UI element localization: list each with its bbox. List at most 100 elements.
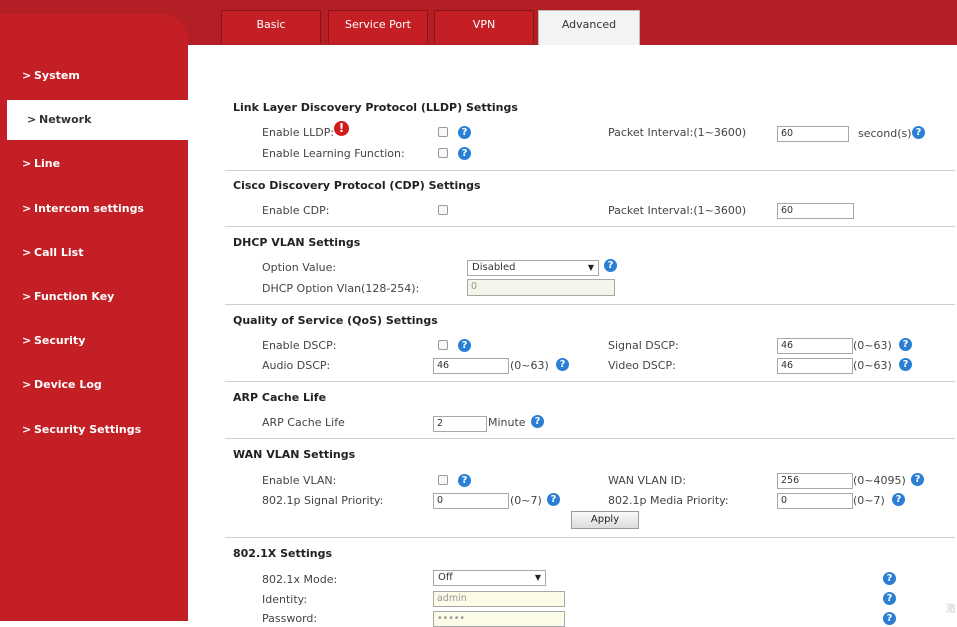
dot1x-section-title: 802.1X Settings bbox=[233, 547, 333, 560]
sidebar-item-intercom-settings[interactable]: > Intercom settings bbox=[0, 189, 188, 229]
cdp-interval-label: Packet Interval:(1~3600) bbox=[608, 204, 747, 217]
enable-dscp-label: Enable DSCP: bbox=[262, 339, 337, 352]
sidebar-item-label: Line bbox=[34, 157, 61, 170]
sidebar-item-label: Security bbox=[34, 334, 86, 347]
option-value-select[interactable]: Disabled ▼ bbox=[467, 260, 599, 276]
video-dscp-range: (0~63) bbox=[853, 359, 892, 372]
dropdown-arrow-icon: ▼ bbox=[587, 263, 594, 272]
help-icon[interactable]: ? bbox=[458, 474, 471, 487]
lldp-interval-input[interactable]: 60 bbox=[777, 126, 849, 142]
dhcp-vlan-section-title: DHCP VLAN Settings bbox=[233, 236, 361, 249]
media-priority-range: (0~7) bbox=[853, 494, 885, 507]
chevron-right-icon: > bbox=[22, 378, 32, 391]
arp-cache-life-input[interactable]: 2 bbox=[433, 416, 487, 432]
cdp-interval-input[interactable]: 60 bbox=[777, 203, 854, 219]
divider bbox=[225, 304, 955, 305]
sidebar-item-label: Call List bbox=[34, 246, 84, 259]
help-icon[interactable]: ? bbox=[458, 126, 471, 139]
signal-priority-label: 802.1p Signal Priority: bbox=[262, 494, 384, 507]
divider bbox=[225, 170, 955, 171]
enable-cdp-label: Enable CDP: bbox=[262, 204, 330, 217]
wan-vlan-section-title: WAN VLAN Settings bbox=[233, 448, 356, 461]
help-icon[interactable]: ? bbox=[911, 473, 924, 486]
sidebar-item-device-log[interactable]: > Device Log bbox=[0, 365, 188, 405]
sidebar-item-system[interactable]: > System bbox=[0, 56, 188, 96]
enable-dscp-checkbox[interactable] bbox=[438, 340, 448, 350]
help-icon[interactable]: ? bbox=[556, 358, 569, 371]
warning-icon: ! bbox=[334, 121, 349, 136]
chevron-right-icon: > bbox=[22, 202, 32, 215]
divider bbox=[225, 438, 955, 439]
dot1x-mode-select[interactable]: Off ▼ bbox=[433, 570, 546, 586]
sidebar-item-function-key[interactable]: > Function Key bbox=[0, 277, 188, 317]
chevron-right-icon: > bbox=[22, 246, 32, 259]
audio-dscp-input[interactable]: 46 bbox=[433, 358, 509, 374]
password-input[interactable]: ••••• bbox=[433, 611, 565, 627]
signal-dscp-label: Signal DSCP: bbox=[608, 339, 679, 352]
dropdown-arrow-icon: ▼ bbox=[534, 573, 541, 582]
tab-advanced[interactable]: Advanced bbox=[538, 10, 640, 45]
tab-service-port[interactable]: Service Port bbox=[328, 10, 428, 43]
dot1x-mode-selected: Off bbox=[438, 572, 453, 583]
sidebar-item-label: Function Key bbox=[34, 290, 115, 303]
identity-label: Identity: bbox=[262, 593, 308, 606]
enable-vlan-label: Enable VLAN: bbox=[262, 474, 337, 487]
enable-cdp-checkbox[interactable] bbox=[438, 205, 448, 215]
apply-button[interactable]: Apply bbox=[571, 511, 639, 529]
option-value-label: Option Value: bbox=[262, 261, 337, 274]
help-icon[interactable]: ? bbox=[883, 612, 896, 625]
qos-section-title: Quality of Service (QoS) Settings bbox=[233, 314, 438, 327]
learning-function-label: Enable Learning Function: bbox=[262, 147, 405, 160]
identity-input[interactable]: admin bbox=[433, 591, 565, 607]
help-icon[interactable]: ? bbox=[458, 147, 471, 160]
wan-vlan-id-input[interactable]: 256 bbox=[777, 473, 853, 489]
wan-vlan-id-range: (0~4095) bbox=[853, 474, 906, 487]
video-dscp-input[interactable]: 46 bbox=[777, 358, 853, 374]
enable-lldp-label: Enable LLDP: bbox=[262, 126, 335, 139]
password-label: Password: bbox=[262, 612, 318, 625]
chevron-right-icon: > bbox=[22, 69, 32, 82]
sidebar-item-call-list[interactable]: > Call List bbox=[0, 233, 188, 273]
signal-priority-input[interactable]: 0 bbox=[433, 493, 509, 509]
sidebar-item-security-settings[interactable]: > Security Settings bbox=[0, 410, 188, 450]
help-icon[interactable]: ? bbox=[547, 493, 560, 506]
enable-lldp-checkbox[interactable] bbox=[438, 127, 448, 137]
help-icon[interactable]: ? bbox=[883, 592, 896, 605]
signal-dscp-input[interactable]: 46 bbox=[777, 338, 853, 354]
help-icon[interactable]: ? bbox=[458, 339, 471, 352]
learning-function-checkbox[interactable] bbox=[438, 148, 448, 158]
enable-vlan-checkbox[interactable] bbox=[438, 475, 448, 485]
help-icon[interactable]: ? bbox=[604, 259, 617, 272]
audio-dscp-range: (0~63) bbox=[510, 359, 549, 372]
chevron-right-icon: > bbox=[27, 113, 37, 126]
cdp-section-title: Cisco Discovery Protocol (CDP) Settings bbox=[233, 179, 481, 192]
help-icon[interactable]: ? bbox=[899, 358, 912, 371]
help-icon[interactable]: ? bbox=[892, 493, 905, 506]
sidebar-item-line[interactable]: > Line bbox=[0, 144, 188, 184]
help-icon[interactable]: ? bbox=[912, 126, 925, 139]
dhcp-option-vlan-label: DHCP Option Vlan(128-254): bbox=[262, 282, 420, 295]
signal-priority-range: (0~7) bbox=[510, 494, 542, 507]
dhcp-option-vlan-input[interactable]: 0 bbox=[467, 279, 615, 296]
audio-dscp-label: Audio DSCP: bbox=[262, 359, 331, 372]
sidebar-item-network[interactable]: > Network bbox=[7, 100, 188, 140]
sidebar-item-security[interactable]: > Security bbox=[0, 321, 188, 361]
arp-cache-life-unit: Minute bbox=[488, 416, 526, 429]
divider bbox=[225, 381, 955, 382]
help-icon[interactable]: ? bbox=[531, 415, 544, 428]
lldp-interval-label: Packet Interval:(1~3600) bbox=[608, 126, 747, 139]
sidebar-item-label: Network bbox=[39, 113, 92, 126]
media-priority-input[interactable]: 0 bbox=[777, 493, 853, 509]
media-priority-label: 802.1p Media Priority: bbox=[608, 494, 729, 507]
sidebar-item-label: Security Settings bbox=[34, 423, 142, 436]
chevron-right-icon: > bbox=[22, 157, 32, 170]
help-icon[interactable]: ? bbox=[883, 572, 896, 585]
wan-vlan-id-label: WAN VLAN ID: bbox=[608, 474, 687, 487]
chevron-right-icon: > bbox=[22, 423, 32, 436]
tab-basic[interactable]: Basic bbox=[221, 10, 321, 43]
tab-vpn[interactable]: VPN bbox=[434, 10, 534, 43]
lldp-section-title: Link Layer Discovery Protocol (LLDP) Set… bbox=[233, 101, 518, 114]
divider bbox=[225, 226, 955, 227]
help-icon[interactable]: ? bbox=[899, 338, 912, 351]
sidebar-item-label: Device Log bbox=[34, 378, 102, 391]
